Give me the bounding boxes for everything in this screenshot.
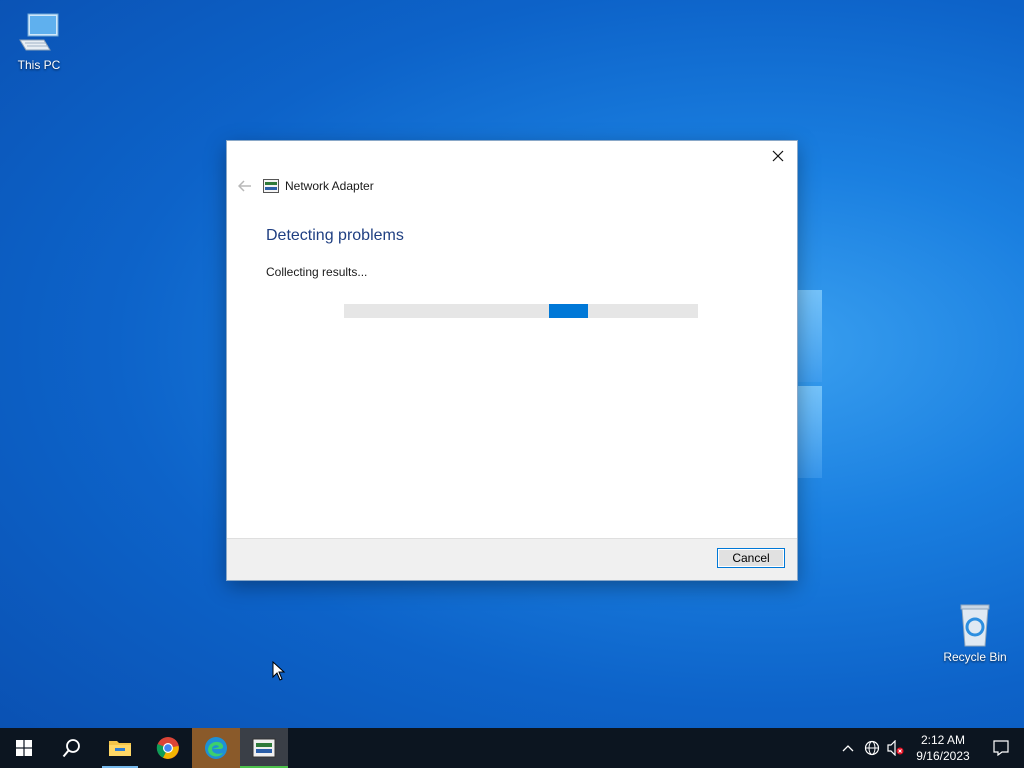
action-center-button[interactable] xyxy=(978,728,1024,768)
desktop-icon-recycle-bin[interactable]: Recycle Bin xyxy=(943,602,1007,664)
taskbar-edge[interactable] xyxy=(192,728,240,768)
taskbar-clock[interactable]: 2:12 AM 9/16/2023 xyxy=(908,732,978,764)
volume-button[interactable] xyxy=(884,728,908,768)
search-button[interactable] xyxy=(48,728,96,768)
taskbar-file-explorer[interactable] xyxy=(96,728,144,768)
windows-start-icon xyxy=(16,740,32,756)
system-tray: 2:12 AM 9/16/2023 xyxy=(836,728,1024,768)
show-hidden-icons-button[interactable] xyxy=(836,728,860,768)
edge-icon xyxy=(205,737,227,759)
close-icon xyxy=(772,150,784,162)
dialog-footer: Cancel xyxy=(227,538,797,580)
desktop-icon-label: Recycle Bin xyxy=(943,650,1007,664)
progress-marquee-chunk xyxy=(549,304,588,318)
dialog-heading: Detecting problems xyxy=(266,227,404,244)
wallpaper-logo-pane-bottom xyxy=(797,386,822,478)
recycle-bin-icon xyxy=(952,602,998,648)
start-button[interactable] xyxy=(0,728,48,768)
back-button[interactable] xyxy=(235,177,255,195)
chevron-up-icon xyxy=(842,745,854,752)
cancel-button[interactable]: Cancel xyxy=(717,548,785,568)
troubleshooter-dialog: Network Adapter Detecting problems Colle… xyxy=(227,141,797,580)
taskbar: 2:12 AM 9/16/2023 xyxy=(0,728,1024,768)
globe-network-icon xyxy=(864,740,880,756)
clock-time: 2:12 AM xyxy=(920,733,966,747)
dialog-app-title: Network Adapter xyxy=(285,179,374,193)
network-status-button[interactable] xyxy=(860,728,884,768)
network-adapter-icon xyxy=(263,179,279,193)
clock-date: 9/16/2023 xyxy=(916,749,970,763)
folder-icon xyxy=(109,741,131,756)
search-icon xyxy=(62,739,80,758)
progress-bar xyxy=(344,304,698,318)
chrome-icon xyxy=(156,737,179,759)
notification-icon xyxy=(993,740,1009,756)
close-button[interactable] xyxy=(763,143,793,169)
network-adapter-icon xyxy=(252,738,276,758)
taskbar-chrome[interactable] xyxy=(144,728,192,768)
desktop-icon-label: This PC xyxy=(17,58,61,72)
back-arrow-icon xyxy=(238,180,251,192)
speaker-muted-icon xyxy=(887,740,904,756)
mouse-cursor-icon xyxy=(272,661,286,681)
taskbar-network-troubleshooter[interactable] xyxy=(240,728,288,768)
wallpaper-logo-pane-top xyxy=(797,290,822,382)
desktop-icon-this-pc[interactable]: This PC xyxy=(7,10,71,72)
status-text: Collecting results... xyxy=(266,265,368,279)
dialog-nav: Network Adapter xyxy=(235,177,374,195)
computer-icon xyxy=(16,10,62,56)
